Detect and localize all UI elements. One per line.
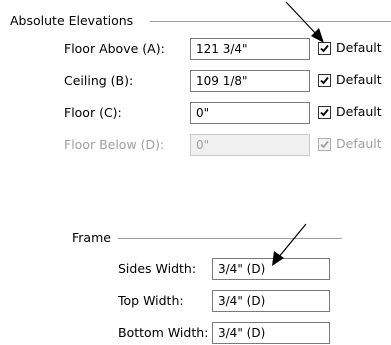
ceiling-input[interactable]: 109 1/8" [190,70,310,92]
sides-width-label: Sides Width: [118,261,197,276]
top-width-label: Top Width: [118,293,184,308]
floor-above-default-label: Default [336,40,382,55]
floor-default-label: Default [336,104,382,119]
floor-below-input: 0" [190,134,310,156]
absolute-elevations-group-line [150,21,391,22]
ceiling-default-label: Default [336,72,382,87]
floor-default-checkbox[interactable] [318,106,331,119]
floor-input[interactable]: 0" [190,102,310,124]
frame-title: Frame [72,230,115,246]
top-width-input[interactable]: 3/4" (D) [212,290,330,312]
floor-above-label: Floor Above (A): [64,41,165,56]
ceiling-label: Ceiling (B): [64,73,134,88]
floor-below-label: Floor Below (D): [64,137,165,152]
checkmark-icon [320,108,329,117]
ceiling-default-checkbox[interactable] [318,74,331,87]
absolute-elevations-title: Absolute Elevations [10,13,138,29]
arrow-icon [285,1,324,43]
checkmark-icon [320,140,329,149]
arrow-icon [272,223,307,266]
bottom-width-label: Bottom Width: [118,325,209,340]
bottom-width-input[interactable]: 3/4" (D) [212,322,330,344]
floor-label: Floor (C): [64,105,122,120]
floor-below-default-checkbox [318,138,331,151]
floor-below-default-label: Default [336,136,382,151]
checkmark-icon [320,76,329,85]
